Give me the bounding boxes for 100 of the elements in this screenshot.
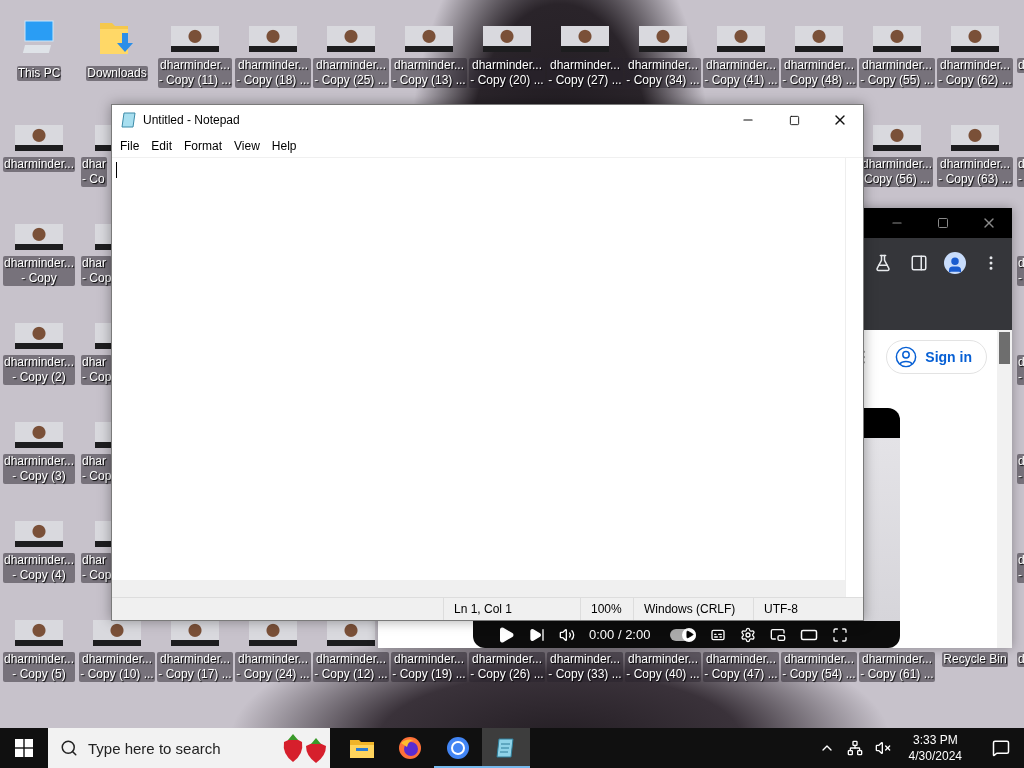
icon-label[interactable]: dharminder... - Copy [2, 256, 75, 286]
photo-thumbnail [15, 521, 63, 547]
chrome-icon [446, 736, 470, 760]
maximize-icon [937, 217, 949, 229]
settings-icon[interactable] [740, 626, 757, 643]
icon-label[interactable]: dharminder... - Copy (47) ... [703, 652, 779, 682]
icon-label[interactable]: dharminder... - Copy (13) ... [391, 58, 467, 88]
status-text: UTF-8 [753, 598, 863, 620]
photo-thumbnail [249, 26, 297, 52]
photo-thumbnail [15, 125, 63, 151]
icon-label[interactable]: dharminder... - Copy (27) ... [547, 58, 623, 88]
icon-label[interactable]: dharminder... - Copy (10) ... [79, 652, 155, 682]
window-title: Untitled - Notepad [143, 113, 241, 127]
maximize-icon [788, 114, 800, 126]
icon-label[interactable]: dharminder... - Copy (40) ... [625, 652, 701, 682]
sign-in-button[interactable]: Sign in [886, 340, 987, 374]
photo-thumbnail [405, 26, 453, 52]
photo-thumbnail [639, 26, 687, 52]
menu-item[interactable]: Help [265, 137, 303, 155]
menu-item[interactable]: Edit [145, 137, 179, 155]
user-circle-icon [895, 346, 918, 368]
photo-thumbnail [951, 125, 999, 151]
photo-thumbnail [483, 26, 531, 52]
search-icon [60, 739, 78, 757]
notepad-icon [121, 112, 137, 128]
icon-label[interactable]: dharminder... - Copy (34) ... [625, 58, 701, 88]
icon-label[interactable]: dharminder... - Copy (2) [2, 355, 75, 385]
icon-label[interactable]: dhar - Cop [81, 355, 113, 385]
photo-thumbnail [795, 26, 843, 52]
menu-item[interactable]: File [114, 137, 146, 155]
video-time: 0:00 / 2:00 [589, 627, 651, 642]
status-text: Windows (CRLF) [633, 598, 753, 620]
icon-label[interactable]: dharminder... - Copy (11) ... [157, 58, 233, 88]
menu-item[interactable]: View [228, 137, 266, 155]
page-scrollbar[interactable] [997, 330, 1012, 648]
icon-label[interactable]: dharminder... - Copy (24) ... [235, 652, 311, 682]
search-field[interactable]: Type here to search [48, 728, 330, 768]
taskbar-app-button[interactable] [482, 728, 530, 768]
autoplay-toggle[interactable] [670, 628, 697, 641]
icon-label[interactable]: dharminder... - Copy (20) ... [469, 58, 545, 88]
icon-label[interactable]: dharminder... - Copy (54) ... [781, 652, 857, 682]
photo-thumbnail [717, 26, 765, 52]
volume-icon[interactable] [559, 626, 575, 643]
firefox-icon [398, 736, 422, 760]
icon-label[interactable]: dhar - Cop [81, 553, 113, 583]
photo-thumbnail [327, 26, 375, 52]
icon-label[interactable]: This PC [16, 66, 62, 81]
icon-label[interactable]: dharminder... - Copy (61) ... [859, 652, 935, 682]
icon-label[interactable]: dharminder... - Copy (41) ... [703, 58, 779, 88]
photo-thumbnail [15, 620, 63, 646]
icon-label[interactable]: d [1017, 652, 1024, 667]
icon-label[interactable]: d - [1017, 454, 1024, 484]
icon-label[interactable]: dharminder... - Copy (62) ... [937, 58, 1013, 88]
icon-label[interactable]: d - [1017, 553, 1024, 583]
icon-label[interactable]: dharminder... - Copy (4) [2, 553, 75, 583]
folder-icon [350, 738, 374, 758]
icon-label[interactable]: dharminder... - Copy (25) ... [313, 58, 389, 88]
icon-label[interactable]: d [1017, 58, 1024, 73]
photo-thumbnail [15, 224, 63, 250]
photo-thumbnail [873, 26, 921, 52]
icon-label[interactable]: dharminder... - Copy (19) ... [391, 652, 467, 682]
clock[interactable]: 3:33 PM 4/30/2024 [900, 732, 970, 764]
icon-label[interactable]: dharminder... - Copy (5) [2, 652, 75, 682]
photo-thumbnail [561, 26, 609, 52]
skip-next-icon[interactable] [529, 626, 545, 643]
icon-label[interactable]: dhar - Cop [81, 454, 113, 484]
status-text: Ln 1, Col 1 [443, 598, 580, 620]
vertical-scrollbar[interactable] [845, 158, 863, 597]
icon-label[interactable]: dharminder... - Copy (3) [2, 454, 75, 484]
icon-label[interactable]: Downloads [86, 66, 148, 81]
icon-label[interactable]: dharminder... - Copy (18) ... [235, 58, 311, 88]
icon-label[interactable]: dharminder... [2, 157, 75, 172]
menu-item[interactable]: Format [178, 137, 229, 155]
photo-thumbnail [873, 125, 921, 151]
miniplayer-icon[interactable] [770, 626, 787, 643]
icon-label[interactable]: dharminder... - Copy (33) ... [547, 652, 623, 682]
status-text: 100% [580, 598, 633, 620]
clock-date: 4/30/2024 [908, 748, 962, 764]
icon-label[interactable]: dharminder... - Copy (17) ... [157, 652, 233, 682]
icon-label[interactable]: dharminder... - Copy (48) ... [781, 58, 857, 88]
icon-label[interactable]: dharminder... - Copy (55) ... [859, 58, 935, 88]
photo-thumbnail [15, 422, 63, 448]
icon-label[interactable]: dhar - Cop [81, 256, 113, 286]
icon-label[interactable]: Recycle Bin [942, 652, 1008, 667]
icon-label[interactable]: d - [1017, 157, 1024, 187]
icon-label[interactable]: dharminder... - Copy (12) ... [313, 652, 389, 682]
windows-logo-icon [15, 739, 33, 757]
photo-thumbnail [171, 26, 219, 52]
horizontal-scrollbar[interactable] [112, 580, 845, 597]
fullscreen-icon[interactable] [832, 626, 849, 643]
icon-label[interactable]: dhar - Co [81, 157, 108, 187]
icon-label[interactable]: d - [1017, 256, 1024, 286]
icon-label[interactable]: d - [1017, 355, 1024, 385]
photo-thumbnail [15, 323, 63, 349]
icon-label[interactable]: dharminder... - Copy (26) ... [469, 652, 545, 682]
clock-time: 3:33 PM [912, 732, 958, 748]
photo-thumbnail [951, 26, 999, 52]
icon-label[interactable]: dharminder... - Copy (63) ... [937, 157, 1013, 187]
play-icon[interactable] [497, 625, 515, 644]
scrollbar-thumb[interactable] [999, 332, 1010, 364]
